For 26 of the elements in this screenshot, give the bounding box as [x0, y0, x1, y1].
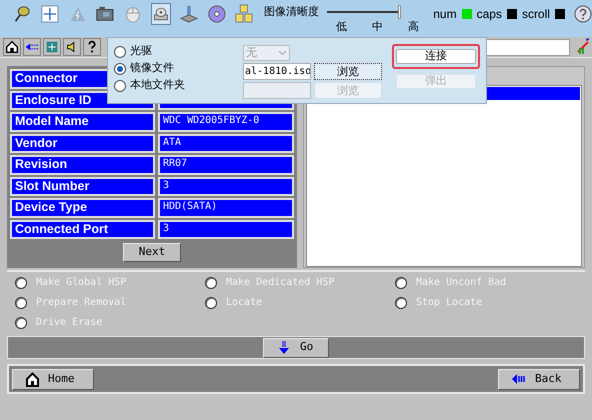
indicator-label: caps	[476, 7, 502, 21]
next-button[interactable]: Next	[123, 242, 181, 262]
property-value: 3	[158, 220, 294, 239]
indicator-label: scroll	[522, 7, 550, 21]
media-action-button[interactable]: 连接	[396, 49, 476, 64]
source-label: 光驱	[130, 44, 152, 60]
slider-mark: 高	[408, 21, 420, 34]
slider-mark: 中	[372, 21, 384, 34]
property-label: Connected Port	[10, 220, 155, 239]
home-button[interactable]: Home	[12, 368, 94, 390]
back-button[interactable]: Back	[498, 368, 580, 390]
property-value: RR07	[158, 155, 294, 174]
property-label: Vendor	[10, 134, 155, 153]
property-label: Model Name	[10, 112, 155, 132]
quality-label: 图像清晰度	[264, 4, 320, 20]
indicator-label: num	[433, 7, 457, 21]
property-label: Slot Number	[10, 176, 155, 196]
property-value: WDC WD2005FBYZ-0	[158, 112, 294, 132]
slider-mark: 低	[336, 21, 348, 34]
property-value: ATA	[158, 134, 294, 153]
property-label: Device Type	[10, 198, 155, 218]
browse-button[interactable]: 浏览	[314, 63, 382, 80]
go-button[interactable]: Go	[263, 338, 329, 358]
property-label: Revision	[10, 155, 155, 174]
property-value: HDD(SATA)	[158, 198, 294, 218]
property-value: 3	[158, 176, 294, 196]
